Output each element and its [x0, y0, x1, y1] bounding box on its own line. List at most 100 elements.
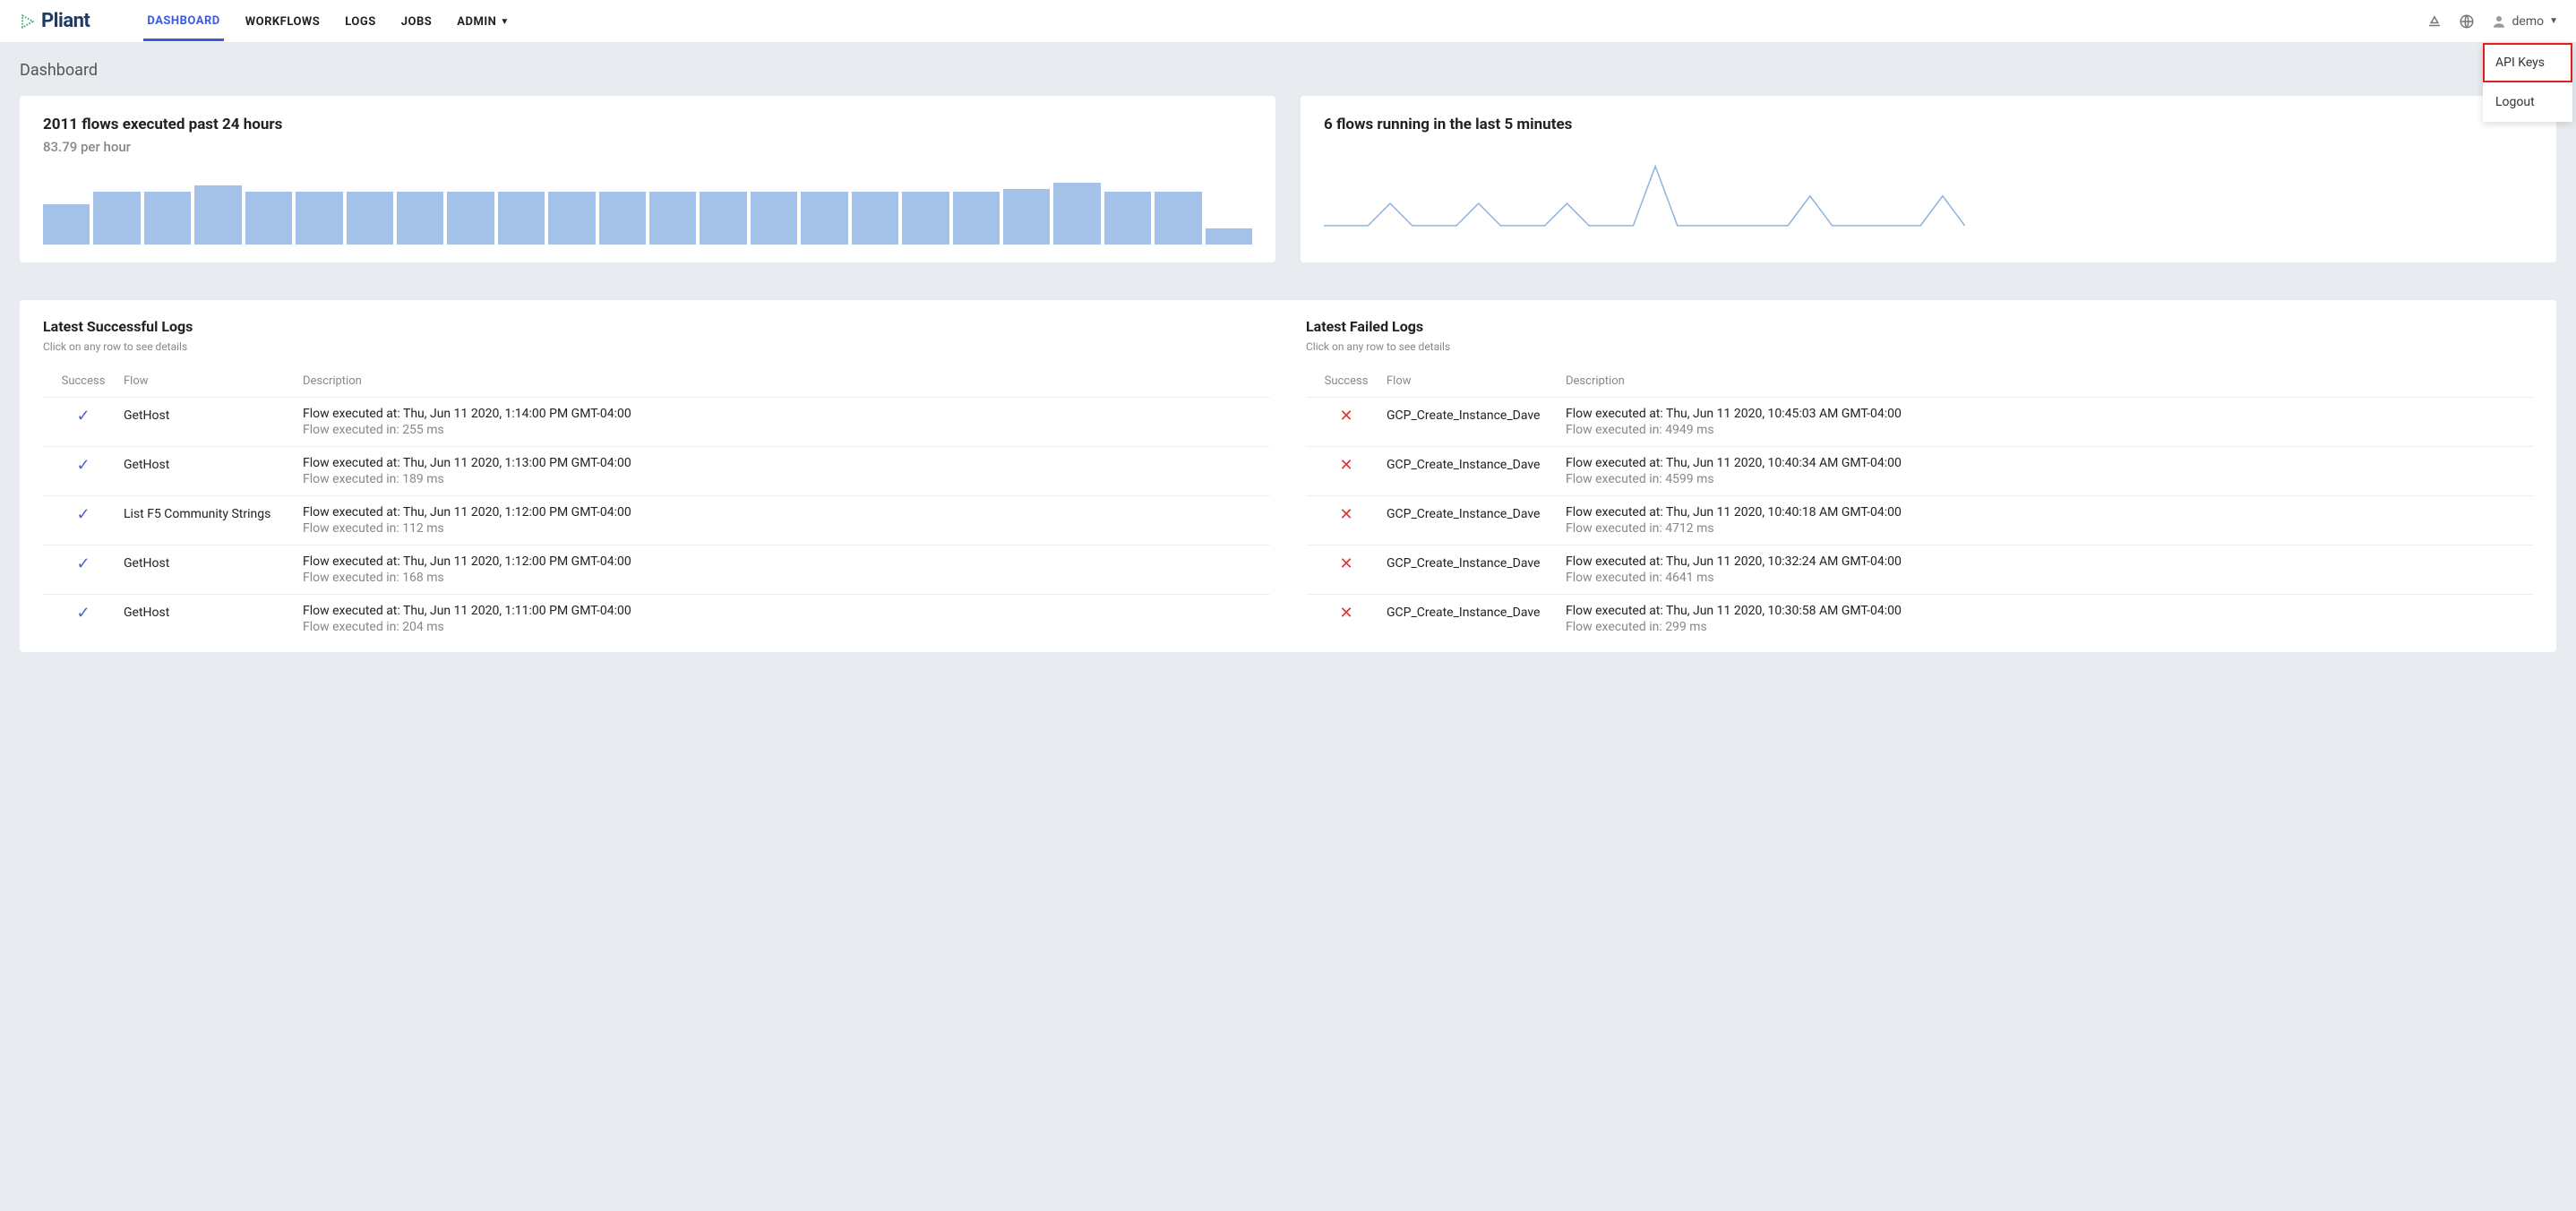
row-desc: Flow executed at: Thu, Jun 11 2020, 10:3… — [1566, 604, 2533, 634]
table-row[interactable]: ✓GetHostFlow executed at: Thu, Jun 11 20… — [43, 545, 1270, 594]
row-flow: GCP_Create_Instance_Dave — [1387, 456, 1566, 472]
bar — [194, 185, 241, 245]
bar — [447, 192, 494, 245]
row-flow: GetHost — [124, 407, 303, 423]
nav: DASHBOARD WORKFLOWS LOGS JOBS ADMIN ▼ — [143, 2, 512, 41]
bar — [1104, 192, 1151, 245]
row-flow: GetHost — [124, 456, 303, 472]
page-title: Dashboard — [20, 61, 2556, 80]
bar — [599, 192, 646, 245]
logs-row: Latest Successful Logs Click on any row … — [43, 318, 2533, 643]
row-desc: Flow executed at: Thu, Jun 11 2020, 1:12… — [303, 505, 1270, 536]
failed-table-head: Success Flow Description — [1306, 369, 2533, 397]
nav-admin-label: ADMIN — [457, 15, 496, 29]
table-row[interactable]: ✓GetHostFlow executed at: Thu, Jun 11 20… — [43, 594, 1270, 643]
logs-card: Latest Successful Logs Click on any row … — [20, 300, 2556, 652]
row-desc: Flow executed at: Thu, Jun 11 2020, 1:12… — [303, 554, 1270, 585]
brand-name: Pliant — [41, 10, 90, 32]
bar — [751, 192, 797, 245]
bar — [296, 192, 342, 245]
x-icon: ✕ — [1306, 456, 1387, 475]
row-desc: Flow executed at: Thu, Jun 11 2020, 1:13… — [303, 456, 1270, 486]
logo[interactable]: Pliant — [18, 10, 90, 32]
success-table-head: Success Flow Description — [43, 369, 1270, 397]
x-icon: ✕ — [1306, 407, 1387, 425]
row-flow: GetHost — [124, 604, 303, 620]
success-rows: ✓GetHostFlow executed at: Thu, Jun 11 20… — [43, 397, 1270, 643]
play-logo-icon — [18, 13, 36, 30]
success-logs: Latest Successful Logs Click on any row … — [43, 318, 1270, 643]
col-desc: Description — [303, 374, 1270, 388]
col-flow: Flow — [1387, 374, 1566, 388]
col-desc: Description — [1566, 374, 2533, 388]
nav-admin[interactable]: ADMIN ▼ — [453, 2, 512, 41]
bar — [245, 192, 292, 245]
chevron-down-icon: ▼ — [500, 17, 509, 27]
user-dropdown: API Keys Logout — [2483, 43, 2572, 122]
table-row[interactable]: ✓List F5 Community StringsFlow executed … — [43, 495, 1270, 545]
bar — [700, 192, 746, 245]
bar — [498, 192, 545, 245]
row-desc: Flow executed at: Thu, Jun 11 2020, 1:14… — [303, 407, 1270, 437]
row-desc: Flow executed at: Thu, Jun 11 2020, 10:4… — [1566, 407, 2533, 437]
menu-api-keys[interactable]: API Keys — [2483, 43, 2572, 82]
row-desc: Flow executed at: Thu, Jun 11 2020, 1:11… — [303, 604, 1270, 634]
x-icon: ✕ — [1306, 554, 1387, 573]
bar — [1003, 189, 1050, 245]
globe-icon[interactable] — [2459, 13, 2475, 30]
running-line-chart — [1324, 148, 1965, 230]
bar — [1053, 183, 1100, 245]
row-flow: GCP_Create_Instance_Dave — [1387, 505, 1566, 521]
user-name: demo — [2512, 14, 2545, 29]
bar — [93, 192, 140, 245]
flows-bar-chart — [43, 171, 1252, 245]
row-flow: List F5 Community Strings — [124, 505, 303, 521]
check-icon: ✓ — [43, 456, 124, 475]
row-flow: GCP_Create_Instance_Dave — [1387, 604, 1566, 620]
page: Dashboard 2011 flows executed past 24 ho… — [0, 43, 2576, 670]
flows-card-title: 2011 flows executed past 24 hours — [43, 116, 1252, 133]
bar — [801, 192, 847, 245]
table-row[interactable]: ✕GCP_Create_Instance_DaveFlow executed a… — [1306, 545, 2533, 594]
flows-executed-card: 2011 flows executed past 24 hours 83.79 … — [20, 96, 1275, 262]
table-row[interactable]: ✕GCP_Create_Instance_DaveFlow executed a… — [1306, 446, 2533, 495]
theme-icon[interactable] — [2426, 13, 2443, 30]
flows-card-sub: 83.79 per hour — [43, 139, 1252, 155]
row-flow: GCP_Create_Instance_Dave — [1387, 407, 1566, 423]
check-icon: ✓ — [43, 554, 124, 573]
table-row[interactable]: ✓GetHostFlow executed at: Thu, Jun 11 20… — [43, 446, 1270, 495]
flows-running-card: 6 flows running in the last 5 minutes — [1301, 96, 2556, 262]
x-icon: ✕ — [1306, 604, 1387, 623]
bar — [43, 204, 90, 245]
row-desc: Flow executed at: Thu, Jun 11 2020, 10:4… — [1566, 505, 2533, 536]
success-logs-header: Latest Successful Logs — [43, 318, 1270, 335]
user-menu[interactable]: demo ▼ — [2491, 13, 2559, 30]
table-row[interactable]: ✕GCP_Create_Instance_DaveFlow executed a… — [1306, 397, 2533, 446]
table-row[interactable]: ✓GetHostFlow executed at: Thu, Jun 11 20… — [43, 397, 1270, 446]
bar — [902, 192, 949, 245]
bar — [548, 192, 595, 245]
menu-logout[interactable]: Logout — [2483, 82, 2572, 122]
failed-logs-hint: Click on any row to see details — [1306, 340, 2533, 353]
row-desc: Flow executed at: Thu, Jun 11 2020, 10:4… — [1566, 456, 2533, 486]
running-card-title: 6 flows running in the last 5 minutes — [1324, 116, 2533, 133]
bar — [852, 192, 898, 245]
nav-jobs[interactable]: JOBS — [398, 2, 436, 41]
failed-logs: Latest Failed Logs Click on any row to s… — [1306, 318, 2533, 643]
check-icon: ✓ — [43, 505, 124, 524]
row-flow: GCP_Create_Instance_Dave — [1387, 554, 1566, 571]
success-logs-hint: Click on any row to see details — [43, 340, 1270, 353]
nav-dashboard[interactable]: DASHBOARD — [143, 2, 223, 41]
bar — [347, 192, 393, 245]
bar — [397, 192, 443, 245]
col-success: Success — [43, 374, 124, 388]
check-icon: ✓ — [43, 604, 124, 623]
nav-workflows[interactable]: WORKFLOWS — [242, 2, 324, 41]
check-icon: ✓ — [43, 407, 124, 425]
top-right: demo ▼ — [2426, 13, 2559, 30]
nav-logs[interactable]: LOGS — [341, 2, 379, 41]
bar — [649, 192, 696, 245]
bar — [144, 192, 191, 245]
table-row[interactable]: ✕GCP_Create_Instance_DaveFlow executed a… — [1306, 594, 2533, 643]
table-row[interactable]: ✕GCP_Create_Instance_DaveFlow executed a… — [1306, 495, 2533, 545]
